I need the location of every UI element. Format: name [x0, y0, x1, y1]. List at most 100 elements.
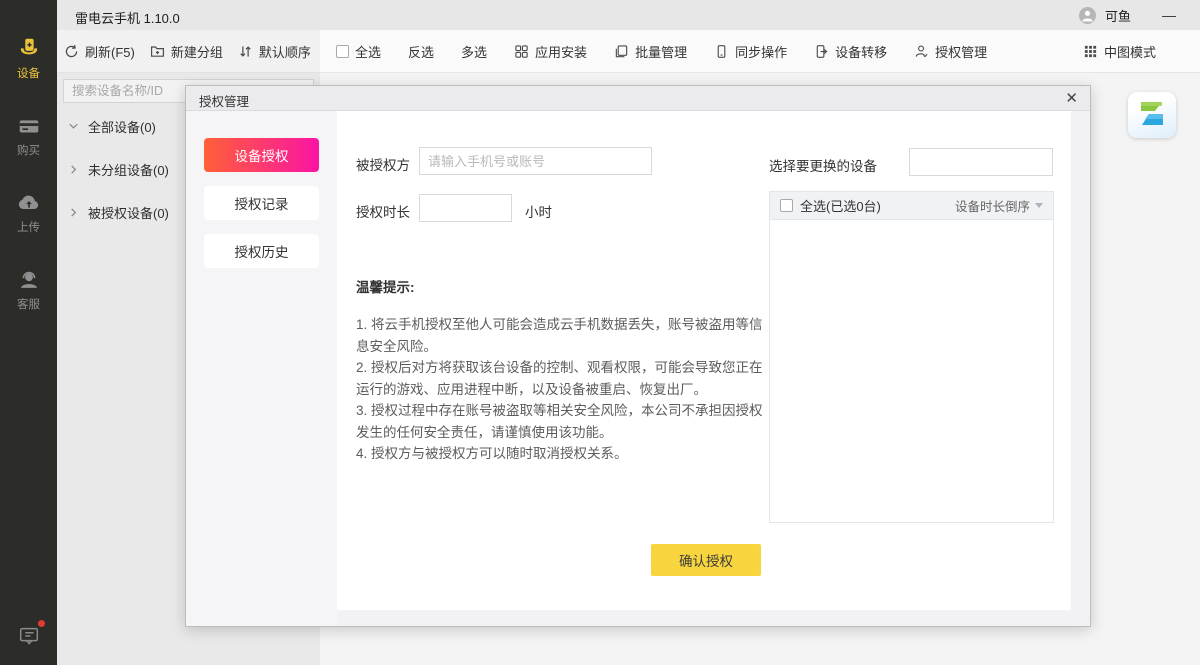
folder-plus-icon	[150, 44, 165, 59]
person-icon	[914, 44, 929, 59]
batch-manage-button[interactable]: 批量管理	[614, 42, 687, 61]
tip-4: 4. 授权方与被授权方可以随时取消授权关系。	[356, 443, 771, 465]
sort-icon	[238, 44, 253, 59]
app-title: 雷电云手机 1.10.0	[75, 8, 180, 27]
caret-down-icon	[1035, 203, 1043, 208]
rail-item-buy[interactable]: 购买	[16, 113, 42, 158]
rail-item-devices[interactable]: 设备	[16, 36, 42, 81]
grantee-label: 被授权方	[356, 154, 410, 174]
message-icon	[17, 624, 41, 648]
device-list-empty-body	[770, 220, 1053, 523]
modal-vscrollbar-gutter[interactable]	[1071, 111, 1090, 610]
cloud-upload-icon	[16, 190, 42, 216]
sort-dropdown[interactable]: 设备时长倒序	[955, 196, 1043, 215]
select-all-checkbox[interactable]	[336, 45, 349, 58]
floating-app-logo[interactable]	[1128, 92, 1176, 138]
auth-modal: 授权管理 ✕ 设备授权 授权记录 授权历史 被授权方 授权时长 小时 温馨提示:…	[185, 85, 1091, 627]
tips-list: 1. 将云手机授权至他人可能会造成云手机数据丢失，账号被盗用等信息安全风险。 2…	[356, 314, 771, 465]
tree-label-ungrouped: 未分组设备(0)	[88, 160, 169, 179]
chevron-right-icon	[68, 164, 79, 175]
chevron-down-icon	[68, 121, 79, 132]
device-icon	[16, 36, 42, 62]
app-install-label: 应用安装	[535, 42, 587, 61]
new-group-button[interactable]: 新建分组	[150, 42, 223, 61]
grantee-input[interactable]	[419, 147, 652, 175]
user-avatar[interactable]	[1079, 7, 1096, 24]
view-mode-label: 中图模式	[1104, 42, 1156, 61]
list-select-all-label: 全选(已选0台)	[800, 196, 881, 215]
grid-view-icon	[1083, 44, 1098, 59]
sync-ops-label: 同步操作	[735, 42, 787, 61]
toolbar: 刷新(F5) 新建分组 默认顺序 全选	[57, 30, 1200, 73]
modal-header: 授权管理 ✕	[186, 86, 1090, 111]
refresh-label: 刷新(F5)	[85, 42, 135, 61]
card-icon	[16, 113, 42, 139]
new-group-label: 新建分组	[171, 42, 223, 61]
multi-select-button[interactable]: 多选	[461, 42, 487, 61]
device-listbox: 全选(已选0台) 设备时长倒序	[769, 191, 1054, 523]
confirm-auth-button[interactable]: 确认授权	[651, 544, 761, 576]
rail-label-support: 客服	[17, 296, 40, 312]
app-install-button[interactable]: 应用安装	[514, 42, 587, 61]
titlebar-right-cluster: 可鱼 —	[1079, 0, 1176, 30]
tab-device-auth[interactable]: 设备授权	[204, 138, 319, 172]
device-filter-input[interactable]	[909, 148, 1053, 176]
modal-body: 被授权方 授权时长 小时 温馨提示: 1. 将云手机授权至他人可能会造成云手机数…	[337, 111, 1090, 626]
tree-label-authorized: 被授权设备(0)	[88, 203, 169, 222]
rail-label-buy: 购买	[17, 142, 40, 158]
app-grid-icon	[514, 44, 529, 59]
ldcloud-logo-icon	[1129, 92, 1175, 136]
device-transfer-button[interactable]: 设备转移	[814, 42, 887, 61]
select-all-button[interactable]: 全选	[336, 42, 381, 61]
view-mode-button[interactable]: 中图模式	[1083, 42, 1156, 61]
close-icon[interactable]: ✕	[1065, 86, 1078, 111]
tip-3: 3. 授权过程中存在账号被盗取等相关安全风险，本公司不承担因授权发生的任何安全责…	[356, 400, 771, 443]
phone-icon	[714, 44, 729, 59]
toolbar-left-section: 刷新(F5) 新建分组 默认顺序	[57, 30, 320, 73]
auth-manage-button[interactable]: 授权管理	[914, 42, 987, 61]
multi-select-label: 多选	[461, 42, 487, 61]
modal-title: 授权管理	[199, 91, 249, 110]
tips-title: 温馨提示:	[356, 276, 415, 296]
rail-label-upload: 上传	[17, 219, 40, 235]
toolbar-right-section: 全选 反选 多选 应用安装	[320, 30, 1200, 73]
app-window: 雷电云手机 1.10.0 可鱼 — 刷新(F5)	[0, 0, 1200, 665]
modal-tab-column: 设备授权 授权记录 授权历史	[186, 111, 337, 626]
minimize-button[interactable]: —	[1162, 0, 1176, 30]
title-bar: 雷电云手机 1.10.0 可鱼 —	[0, 0, 1200, 30]
tab-auth-records[interactable]: 授权记录	[204, 186, 319, 220]
phone-transfer-icon	[814, 44, 829, 59]
sort-label: 设备时长倒序	[955, 196, 1030, 215]
nav-rail: 设备 购买 上传 客服	[0, 0, 57, 665]
invert-select-button[interactable]: 反选	[408, 42, 434, 61]
rail-item-support[interactable]: 客服	[16, 267, 42, 312]
sync-ops-button[interactable]: 同步操作	[714, 42, 787, 61]
username[interactable]: 可鱼	[1105, 6, 1131, 25]
auth-manage-label: 授权管理	[935, 42, 987, 61]
modal-hscrollbar-gutter[interactable]	[337, 610, 1090, 626]
tree-label-all-devices: 全部设备(0)	[88, 117, 156, 136]
duration-input[interactable]	[419, 194, 512, 222]
device-select-label: 选择要更换的设备	[769, 155, 877, 175]
headset-person-icon	[16, 267, 42, 293]
tip-1: 1. 将云手机授权至他人可能会造成云手机数据丢失，账号被盗用等信息安全风险。	[356, 314, 771, 357]
duration-unit-label: 小时	[525, 201, 552, 221]
device-transfer-label: 设备转移	[835, 42, 887, 61]
refresh-button[interactable]: 刷新(F5)	[64, 42, 135, 61]
messages-button[interactable]	[0, 624, 57, 651]
tip-2: 2. 授权后对方将获取该台设备的控制、观看权限，可能会导致您正在运行的游戏、应用…	[356, 357, 771, 400]
default-order-button[interactable]: 默认顺序	[238, 42, 311, 61]
batch-manage-label: 批量管理	[635, 42, 687, 61]
chevron-right-icon	[68, 207, 79, 218]
device-list-header: 全选(已选0台) 设备时长倒序	[770, 192, 1053, 220]
default-order-label: 默认顺序	[259, 42, 311, 61]
tab-auth-history[interactable]: 授权历史	[204, 234, 319, 268]
notification-badge	[38, 620, 45, 627]
invert-select-label: 反选	[408, 42, 434, 61]
refresh-icon	[64, 44, 79, 59]
user-icon	[1079, 7, 1096, 24]
rail-label-devices: 设备	[17, 65, 40, 81]
list-select-all-checkbox[interactable]	[780, 199, 793, 212]
duration-label: 授权时长	[356, 201, 410, 221]
rail-item-upload[interactable]: 上传	[16, 190, 42, 235]
